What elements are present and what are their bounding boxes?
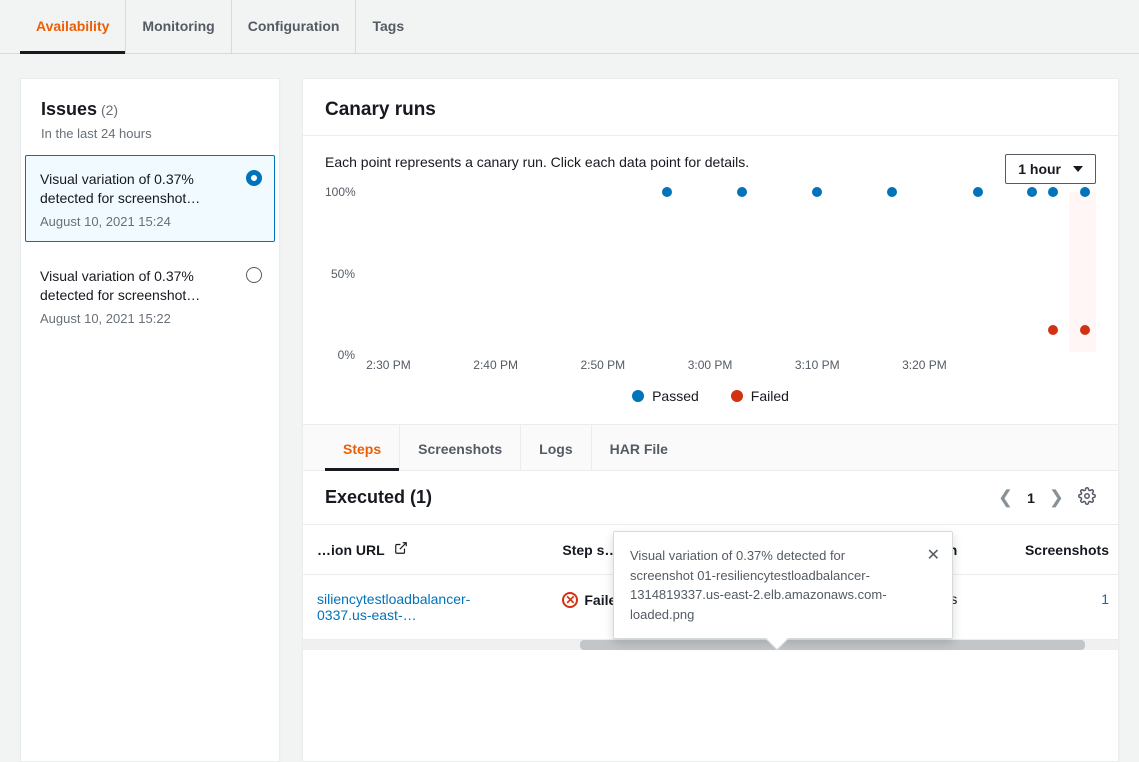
chart-point-failed[interactable]	[1080, 325, 1090, 335]
canary-runs-title: Canary runs	[325, 99, 1096, 121]
external-link-icon	[394, 541, 408, 558]
tab-availability[interactable]: Availability	[20, 0, 126, 53]
canary-runs-chart[interactable]: 100% 50% 0% 2:30 PM2:40 PM2:50 PM3:00 PM…	[361, 192, 1096, 382]
chart-point-passed[interactable]	[973, 187, 983, 197]
pager-prev-button[interactable]: ❮	[998, 487, 1013, 508]
gear-icon	[1078, 487, 1096, 505]
x-tick: 2:40 PM	[473, 358, 518, 372]
time-range-label: 1 hour	[1018, 161, 1061, 177]
tab-screenshots[interactable]: Screenshots	[399, 425, 520, 470]
y-tick: 50%	[325, 267, 355, 281]
tab-har-file[interactable]: HAR File	[591, 425, 686, 470]
chart-point-passed[interactable]	[737, 187, 747, 197]
col-destination-url[interactable]: …ion URL	[303, 525, 548, 575]
chart-point-passed[interactable]	[1027, 187, 1037, 197]
tab-configuration[interactable]: Configuration	[232, 0, 357, 53]
settings-button[interactable]	[1078, 487, 1096, 508]
radio-unselected-icon[interactable]	[246, 267, 262, 283]
chart-point-passed[interactable]	[1080, 187, 1090, 197]
legend-failed: Failed	[731, 388, 789, 404]
issues-title: Issues	[41, 99, 97, 119]
chart-point-passed[interactable]	[812, 187, 822, 197]
fail-icon: ✕	[562, 592, 578, 608]
legend-dot-passed-icon	[632, 390, 644, 402]
x-tick: 2:50 PM	[580, 358, 625, 372]
x-tick: 3:00 PM	[688, 358, 733, 372]
tab-steps[interactable]: Steps	[325, 425, 399, 470]
executed-header: Executed (1) ❮ 1 ❯	[303, 470, 1118, 524]
tab-monitoring[interactable]: Monitoring	[126, 0, 231, 53]
chevron-down-icon	[1073, 166, 1083, 172]
legend-dot-failed-icon	[731, 390, 743, 402]
chart-caption: Each point represents a canary run. Clic…	[325, 154, 749, 170]
chart-point-passed[interactable]	[887, 187, 897, 197]
time-range-select[interactable]: 1 hour	[1005, 154, 1096, 184]
x-tick: 3:10 PM	[795, 358, 840, 372]
col-screenshots[interactable]: Screenshots	[971, 525, 1118, 575]
chart-point-passed[interactable]	[1048, 187, 1058, 197]
radio-selected-icon[interactable]	[246, 170, 262, 186]
destination-url-link[interactable]: siliencytestloadbalancer- 0337.us-east-…	[317, 591, 470, 623]
issue-time: August 10, 2021 15:22	[40, 311, 260, 326]
table-pager: ❮ 1 ❯	[998, 487, 1096, 508]
x-tick: 3:20 PM	[902, 358, 947, 372]
tab-logs[interactable]: Logs	[520, 425, 590, 470]
pager-next-button[interactable]: ❯	[1049, 487, 1064, 508]
y-tick: 100%	[325, 185, 355, 199]
screenshots-link[interactable]: 1	[1101, 591, 1109, 607]
chart-legend: Passed Failed	[325, 382, 1096, 414]
tooltip-text: Visual variation of 0.37% detected for s…	[630, 548, 887, 622]
issue-time: August 10, 2021 15:24	[40, 214, 260, 229]
issues-count: (2)	[101, 102, 118, 118]
canary-runs-panel: Canary runs Each point represents a cana…	[302, 78, 1119, 762]
chart-point-passed[interactable]	[662, 187, 672, 197]
legend-passed: Passed	[632, 388, 699, 404]
issue-item[interactable]: Visual variation of 0.37% detected for s…	[25, 252, 275, 339]
tab-tags[interactable]: Tags	[356, 0, 420, 53]
issues-panel: Issues (2) In the last 24 hours Visual v…	[20, 78, 280, 762]
tooltip-close-button[interactable]: ✕	[927, 544, 940, 568]
pager-page: 1	[1027, 490, 1035, 506]
detail-tab-bar: Steps Screenshots Logs HAR File	[303, 424, 1118, 470]
chart-point-failed[interactable]	[1048, 325, 1058, 335]
issue-title: Visual variation of 0.37% detected for s…	[40, 267, 260, 305]
issues-subtitle: In the last 24 hours	[21, 126, 279, 155]
reason-tooltip: Visual variation of 0.37% detected for s…	[613, 531, 953, 639]
top-tab-bar: Availability Monitoring Configuration Ta…	[0, 0, 1139, 54]
issue-item[interactable]: Visual variation of 0.37% detected for s…	[25, 155, 275, 242]
x-tick: 2:30 PM	[366, 358, 411, 372]
horizontal-scrollbar[interactable]	[303, 640, 1118, 650]
issue-title: Visual variation of 0.37% detected for s…	[40, 170, 260, 208]
executed-title: Executed (1)	[325, 487, 432, 508]
y-tick: 0%	[325, 348, 355, 362]
scrollbar-thumb[interactable]	[580, 640, 1085, 650]
